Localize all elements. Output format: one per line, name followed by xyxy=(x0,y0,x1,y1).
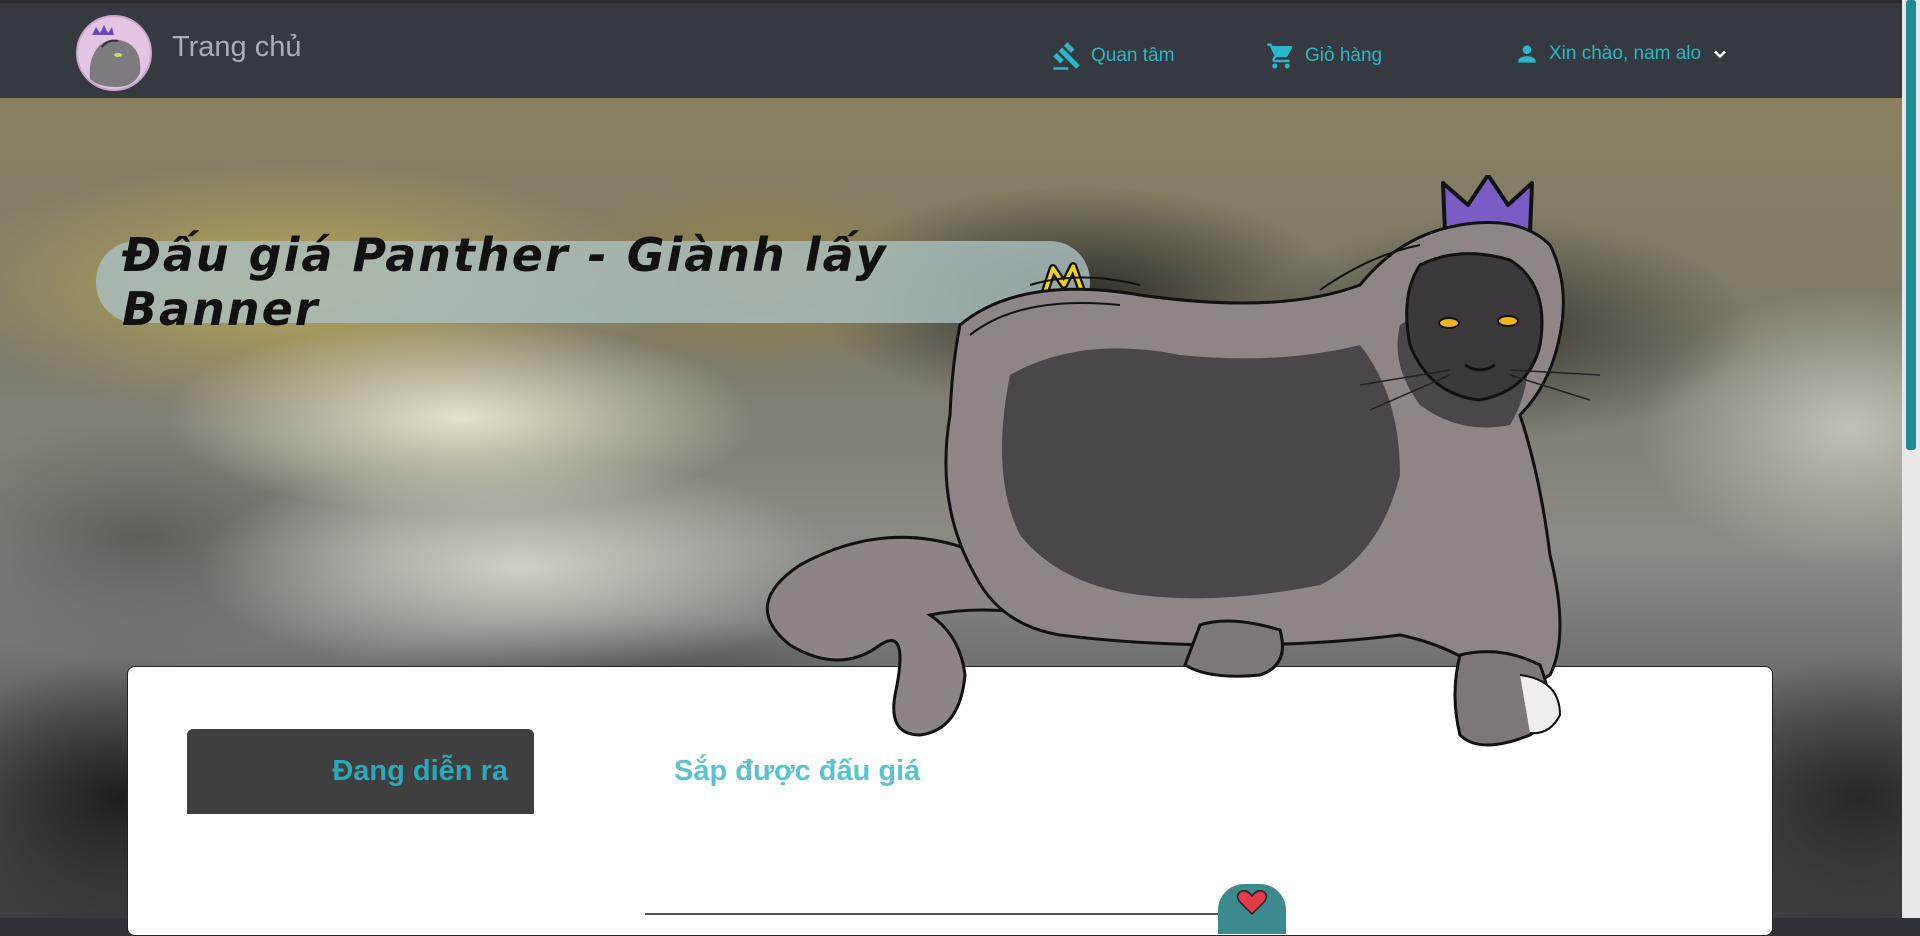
search-input[interactable] xyxy=(645,913,1225,915)
user-menu-toggle[interactable]: Xin chào, nam alo xyxy=(1514,41,1730,67)
tab-upcoming[interactable]: Sắp được đấu giá xyxy=(674,729,920,814)
cart-link[interactable]: Giỏ hàng xyxy=(1266,41,1382,71)
site-logo[interactable] xyxy=(76,15,152,91)
page-scrollbar[interactable] xyxy=(1902,0,1920,918)
cart-label: Giỏ hàng xyxy=(1305,45,1383,66)
panther-logo-icon xyxy=(89,25,141,87)
favorite-button[interactable] xyxy=(1218,884,1286,934)
tab-ongoing[interactable]: Đang diễn ra xyxy=(187,729,534,814)
watchlist-label: Quan tâm xyxy=(1091,45,1175,66)
panther-illustration xyxy=(765,175,1601,747)
heart-icon xyxy=(1236,889,1268,916)
cart-icon xyxy=(1267,43,1293,69)
user-greeting: Xin chào, nam alo xyxy=(1549,43,1702,64)
home-link[interactable]: Trang chủ xyxy=(172,31,302,64)
scrollbar-thumb[interactable] xyxy=(1906,0,1916,450)
chevron-down-icon xyxy=(1714,50,1726,59)
user-icon xyxy=(1518,45,1536,63)
navbar: Trang chủ Quan tâm Giỏ hàng Xin chào, na… xyxy=(0,0,1902,98)
watchlist-link[interactable]: Quan tâm xyxy=(1052,41,1174,71)
gavel-icon xyxy=(1053,42,1080,70)
